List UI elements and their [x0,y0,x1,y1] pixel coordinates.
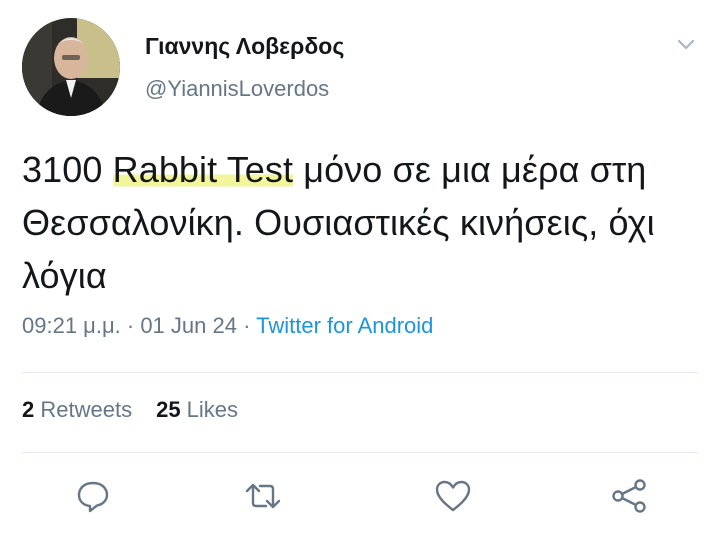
tweet-text-part: 3100 [22,149,113,190]
user-handle[interactable]: @YiannisLoverdos [145,76,329,102]
tweet-card: Γιαννης Λοβερδος @YiannisLoverdos 3100 R… [0,0,720,537]
tweet-stats: 2 Retweets 25 Likes [22,397,238,423]
retweets-count: 2 [22,397,35,422]
chevron-down-icon[interactable] [674,34,698,54]
heart-icon[interactable] [433,476,473,516]
likes-label: Likes [180,397,239,422]
retweets-stat[interactable]: 2 Retweets [22,397,132,422]
retweets-label: Retweets [34,397,133,422]
share-icon[interactable] [609,476,649,516]
tweet-meta: 09:21 μ.μ. · 01 Jun 24 · Twitter for And… [22,313,433,339]
reply-icon[interactable] [73,476,113,516]
display-name[interactable]: Γιαννης Λοβερδος [145,33,344,60]
avatar[interactable] [22,18,120,116]
likes-count: 25 [156,397,181,422]
divider [22,452,698,453]
highlighted-text: Rabbit Test [112,149,294,190]
source-link[interactable]: Twitter for Android [256,313,433,338]
retweet-icon[interactable] [243,476,283,516]
separator: · [120,313,141,338]
tweet-text: 3100 Rabbit Test μόνο σε μια μέρα στη Θε… [22,143,702,302]
divider [22,372,698,373]
separator: · [236,313,257,338]
action-bar [0,476,720,516]
tweet-time: 09:21 μ.μ. [22,313,121,338]
likes-stat[interactable]: 25 Likes [156,397,238,422]
tweet-date: 01 Jun 24 [140,313,237,338]
